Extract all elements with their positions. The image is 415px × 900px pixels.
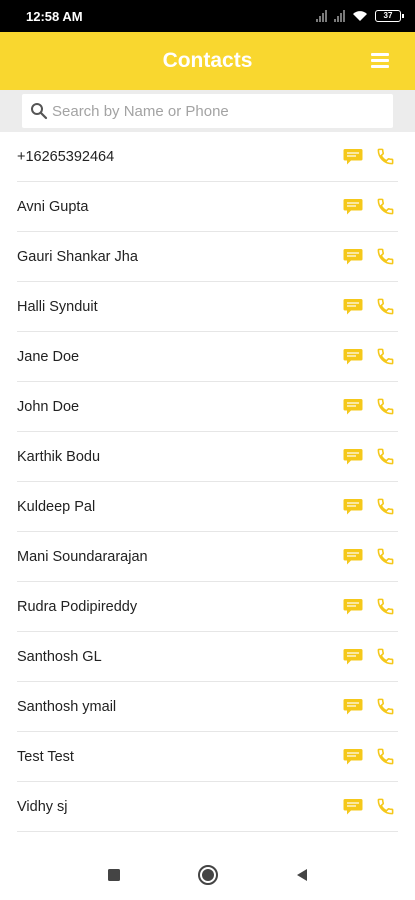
search-bar bbox=[0, 90, 415, 132]
phone-icon[interactable] bbox=[374, 796, 396, 818]
search-icon bbox=[30, 102, 48, 120]
row-actions bbox=[342, 396, 396, 418]
row-actions bbox=[342, 796, 396, 818]
contact-name: Jane Doe bbox=[17, 348, 80, 365]
message-icon[interactable] bbox=[342, 746, 364, 768]
list-item[interactable]: John Doe bbox=[17, 382, 398, 432]
phone-icon[interactable] bbox=[374, 496, 396, 518]
list-item[interactable]: Test Test bbox=[17, 732, 398, 782]
row-actions bbox=[342, 346, 396, 368]
row-actions bbox=[342, 246, 396, 268]
list-item[interactable]: Santhosh GL bbox=[17, 632, 398, 682]
message-icon[interactable] bbox=[342, 646, 364, 668]
search-box bbox=[22, 94, 393, 128]
message-icon[interactable] bbox=[342, 246, 364, 268]
list-item[interactable]: Avni Gupta bbox=[17, 182, 398, 232]
row-actions bbox=[342, 596, 396, 618]
list-item[interactable]: Karthik Bodu bbox=[17, 432, 398, 482]
row-actions bbox=[342, 546, 396, 568]
list-item[interactable]: Jane Doe bbox=[17, 332, 398, 382]
signal-icon bbox=[334, 10, 345, 22]
app-bar: Contacts bbox=[0, 32, 415, 90]
row-actions bbox=[342, 146, 396, 168]
list-item[interactable]: Vidhy sj bbox=[17, 782, 398, 832]
phone-icon[interactable] bbox=[374, 446, 396, 468]
list-item[interactable]: Santhosh ymail bbox=[17, 682, 398, 732]
list-item[interactable]: Halli Synduit bbox=[17, 282, 398, 332]
battery-icon: 37 bbox=[375, 10, 404, 22]
contact-name: Avni Gupta bbox=[17, 198, 89, 215]
message-icon[interactable] bbox=[342, 346, 364, 368]
message-icon[interactable] bbox=[342, 496, 364, 518]
message-icon[interactable] bbox=[342, 796, 364, 818]
row-actions bbox=[342, 196, 396, 218]
battery-level: 37 bbox=[383, 11, 393, 20]
message-icon[interactable] bbox=[342, 446, 364, 468]
message-icon[interactable] bbox=[342, 296, 364, 318]
list-item[interactable]: Rudra Podipireddy bbox=[17, 582, 398, 632]
contact-name: Vidhy sj bbox=[17, 798, 68, 815]
row-actions bbox=[342, 746, 396, 768]
circle-icon[interactable] bbox=[196, 863, 220, 887]
phone-icon[interactable] bbox=[374, 746, 396, 768]
message-icon[interactable] bbox=[342, 396, 364, 418]
contact-list: +16265392464 Avni Gupta Gauri Shankar Jha H… bbox=[0, 132, 415, 832]
contact-name: Mani Soundararajan bbox=[17, 548, 148, 565]
contact-name: Santhosh ymail bbox=[17, 698, 117, 715]
status-bar: 12:58 AM 37 bbox=[0, 0, 415, 32]
page-title: Contacts bbox=[162, 49, 253, 72]
list-item[interactable]: Kuldeep Pal bbox=[17, 482, 398, 532]
message-icon[interactable] bbox=[342, 596, 364, 618]
phone-icon[interactable] bbox=[374, 346, 396, 368]
phone-icon[interactable] bbox=[374, 246, 396, 268]
contact-name: Halli Synduit bbox=[17, 298, 98, 315]
contact-name: John Doe bbox=[17, 398, 80, 415]
contact-name: Santhosh GL bbox=[17, 648, 102, 665]
wifi-icon bbox=[353, 11, 367, 21]
phone-icon[interactable] bbox=[374, 296, 396, 318]
status-time: 12:58 AM bbox=[26, 8, 83, 24]
triangle-back-icon[interactable] bbox=[290, 863, 314, 887]
list-item[interactable]: +16265392464 bbox=[17, 132, 398, 182]
contact-name: +16265392464 bbox=[17, 148, 115, 165]
message-icon[interactable] bbox=[342, 196, 364, 218]
phone-icon[interactable] bbox=[374, 546, 396, 568]
phone-icon[interactable] bbox=[374, 146, 396, 168]
list-item[interactable]: Gauri Shankar Jha bbox=[17, 232, 398, 282]
message-icon[interactable] bbox=[342, 546, 364, 568]
hamburger-menu-icon[interactable] bbox=[371, 53, 389, 68]
system-nav-bar bbox=[0, 850, 415, 900]
row-actions bbox=[342, 446, 396, 468]
row-actions bbox=[342, 696, 396, 718]
contact-name: Karthik Bodu bbox=[17, 448, 101, 465]
row-actions bbox=[342, 646, 396, 668]
contact-name: Test Test bbox=[17, 748, 74, 765]
contact-name: Rudra Podipireddy bbox=[17, 598, 138, 615]
phone-icon[interactable] bbox=[374, 646, 396, 668]
phone-icon[interactable] bbox=[374, 196, 396, 218]
message-icon[interactable] bbox=[342, 146, 364, 168]
square-icon[interactable] bbox=[102, 863, 126, 887]
search-input[interactable] bbox=[52, 102, 393, 120]
row-actions bbox=[342, 296, 396, 318]
contact-name: Kuldeep Pal bbox=[17, 498, 96, 515]
message-icon[interactable] bbox=[342, 696, 364, 718]
list-item[interactable]: Mani Soundararajan bbox=[17, 532, 398, 582]
row-actions bbox=[342, 496, 396, 518]
signal-icon bbox=[316, 10, 327, 22]
contact-name: Gauri Shankar Jha bbox=[17, 248, 138, 265]
phone-icon[interactable] bbox=[374, 696, 396, 718]
status-icons: 37 bbox=[316, 10, 404, 22]
phone-icon[interactable] bbox=[374, 396, 396, 418]
phone-icon[interactable] bbox=[374, 596, 396, 618]
